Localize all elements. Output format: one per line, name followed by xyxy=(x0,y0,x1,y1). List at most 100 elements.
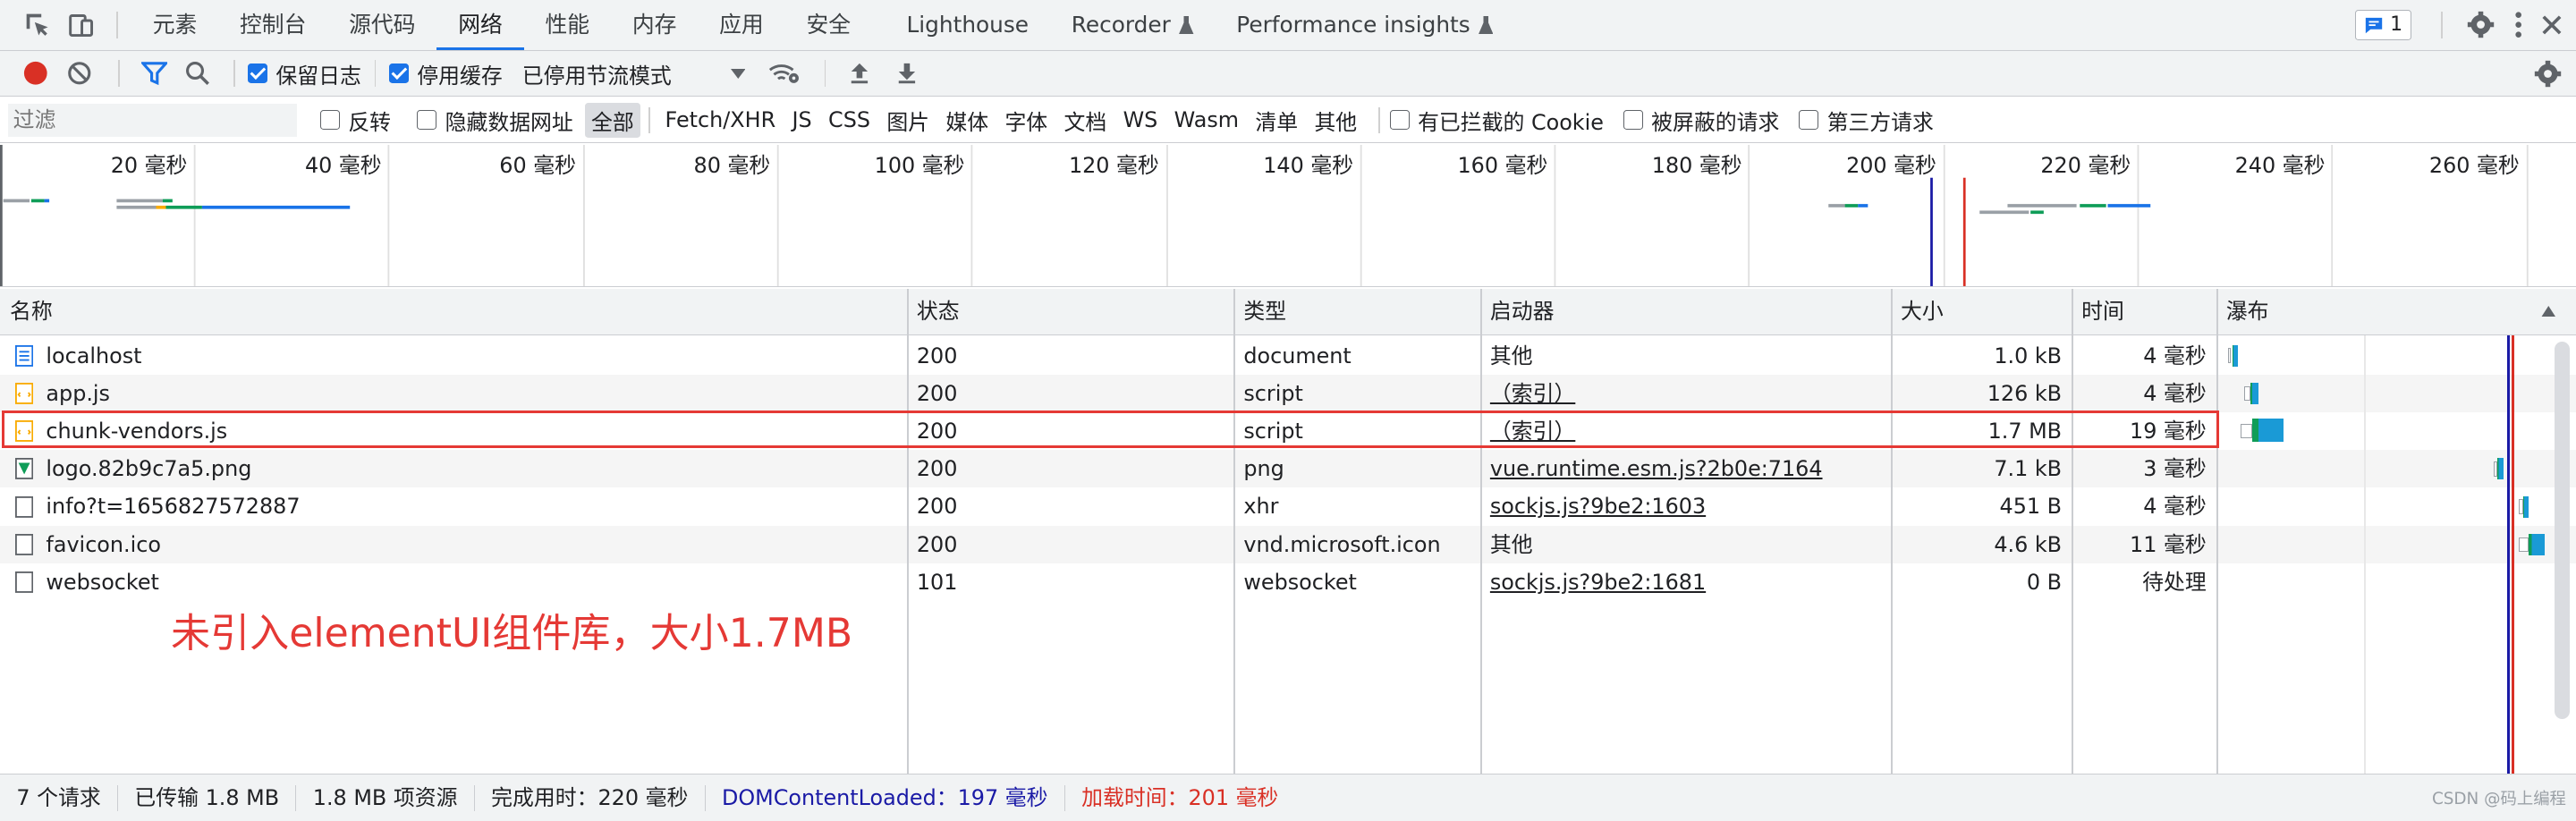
cell-initiator-text[interactable]: sockjs.js?9be2:1681 xyxy=(1490,570,1706,595)
blocked-cookies-checkbox[interactable]: 有已拦截的 Cookie xyxy=(1389,105,1604,136)
network-conditions-icon[interactable] xyxy=(745,62,810,85)
tab-2[interactable]: 源代码 xyxy=(327,0,436,50)
blocked-requests-check[interactable] xyxy=(1623,110,1643,131)
cell-name-text: websocket xyxy=(46,569,159,595)
type-filter-4[interactable]: 图片 xyxy=(880,103,936,138)
preserve-log-checkbox[interactable]: 保留日志 xyxy=(248,58,361,89)
tab-9[interactable]: Recorder xyxy=(1050,0,1216,50)
column-header-time[interactable]: 时间 xyxy=(2072,289,2124,334)
table-row[interactable]: localhost 200 document 其他 1.0 kB 4 毫秒 xyxy=(0,337,2576,375)
filter-input[interactable] xyxy=(8,104,298,137)
type-filter-9[interactable]: Wasm xyxy=(1167,106,1245,135)
cell-initiator[interactable]: sockjs.js?9be2:1603 xyxy=(1480,487,1891,525)
cell-size: 0 B xyxy=(1891,563,2072,601)
overview-tick-label: 140 毫秒 xyxy=(1263,153,1353,178)
divider xyxy=(2441,12,2444,38)
column-header-name[interactable]: 名称 xyxy=(0,289,53,334)
column-divider[interactable] xyxy=(1479,289,1482,774)
disable-cache-check[interactable] xyxy=(389,63,410,84)
type-filter-6[interactable]: 字体 xyxy=(998,103,1054,138)
table-row[interactable]: info?t=1656827572887 200 xhr sockjs.js?9be2… xyxy=(0,487,2576,525)
clear-icon[interactable] xyxy=(55,61,106,86)
highlight-box xyxy=(1,410,2220,449)
cell-initiator-text[interactable]: sockjs.js?9be2:1603 xyxy=(1490,494,1706,519)
hide-data-urls-checkbox[interactable]: 隐藏数据网址 xyxy=(417,105,573,136)
load-marker xyxy=(1962,177,1966,286)
third-party-check[interactable] xyxy=(1799,110,1819,131)
kebab-menu-icon[interactable] xyxy=(2505,12,2531,38)
gear-icon[interactable] xyxy=(2456,10,2505,39)
column-header-status[interactable]: 状态 xyxy=(907,289,960,334)
issues-badge[interactable]: 1 xyxy=(2354,10,2412,40)
cell-initiator-text: 其他 xyxy=(1489,343,1533,368)
cell-initiator[interactable]: vue.runtime.esm.js?2b0e:7164 xyxy=(1480,450,1891,487)
column-divider[interactable] xyxy=(2216,289,2218,774)
export-har-icon[interactable] xyxy=(880,62,935,85)
cell-initiator[interactable]: （索引） xyxy=(1480,375,1891,412)
cell-size: 451 B xyxy=(1891,487,2072,525)
type-filter-2[interactable]: JS xyxy=(785,106,818,135)
cell-initiator[interactable]: sockjs.js?9be2:1681 xyxy=(1480,563,1891,601)
search-icon[interactable] xyxy=(175,61,220,86)
throttling-select[interactable]: 已停用节流模式 xyxy=(522,58,746,89)
type-filter-3[interactable]: CSS xyxy=(822,106,877,135)
column-divider[interactable] xyxy=(2072,289,2073,774)
cell-initiator-text[interactable]: vue.runtime.esm.js?2b0e:7164 xyxy=(1490,456,1823,481)
disable-cache-checkbox[interactable]: 停用缓存 xyxy=(389,58,503,89)
tab-8[interactable]: Lighthouse xyxy=(886,0,1050,50)
cell-size: 4.6 kB xyxy=(1891,526,2072,563)
third-party-checkbox[interactable]: 第三方请求 xyxy=(1799,105,1934,136)
type-filter-8[interactable]: WS xyxy=(1116,106,1164,135)
blocked-cookies-check[interactable] xyxy=(1389,110,1410,131)
tab-7[interactable]: 安全 xyxy=(785,0,872,50)
flask-icon xyxy=(1478,15,1494,35)
vertical-scrollbar[interactable] xyxy=(2555,342,2570,720)
preserve-log-check[interactable] xyxy=(248,63,268,84)
tab-label: Recorder xyxy=(1071,11,1171,38)
tab-4[interactable]: 性能 xyxy=(524,0,611,50)
type-filter-0[interactable]: 全部 xyxy=(584,103,641,138)
type-filter-1[interactable]: Fetch/XHR xyxy=(658,106,782,135)
invert-check[interactable] xyxy=(320,110,341,131)
cell-initiator-text[interactable]: （索引） xyxy=(1490,381,1575,406)
close-icon[interactable] xyxy=(2531,14,2576,36)
tab-label: Performance insights xyxy=(1236,11,1470,38)
sort-ascending-icon[interactable] xyxy=(2541,305,2556,317)
table-row[interactable]: logo.82b9c7a5.png 200 png vue.runtime.esm.j… xyxy=(0,450,2576,488)
column-divider[interactable] xyxy=(1233,289,1236,774)
tab-0[interactable]: 元素 xyxy=(131,0,218,50)
column-divider[interactable] xyxy=(906,289,909,774)
cell-type-text: png xyxy=(1243,456,1284,482)
column-header-size[interactable]: 大小 xyxy=(1891,289,1944,334)
type-filter-7[interactable]: 文档 xyxy=(1057,103,1113,138)
record-icon[interactable] xyxy=(16,61,54,86)
tab-3[interactable]: 网络 xyxy=(436,0,524,51)
type-filter-10[interactable]: 清单 xyxy=(1249,103,1304,138)
filter-icon[interactable] xyxy=(133,61,176,86)
table-row[interactable]: websocket 101 websocket sockjs.js?9be2:1681… xyxy=(0,563,2576,601)
column-header-waterfall[interactable]: 瀑布 xyxy=(2216,289,2269,334)
timeline-overview[interactable]: 20 毫秒 40 毫秒 60 毫秒 80 毫秒 100 毫秒 120 毫秒 140 毫秒 16… xyxy=(0,144,2576,287)
tab-1[interactable]: 控制台 xyxy=(218,0,327,50)
hide-data-urls-check[interactable] xyxy=(417,110,437,131)
network-settings-gear-icon[interactable] xyxy=(2521,59,2576,89)
status-dcl: DOMContentLoaded：197 毫秒 xyxy=(706,784,1065,811)
invert-checkbox[interactable]: 反转 xyxy=(320,105,391,136)
type-filter-5[interactable]: 媒体 xyxy=(939,103,995,138)
overview-tick-label: 220 毫秒 xyxy=(2040,153,2131,178)
table-row[interactable]: favicon.ico 200 vnd.microsoft.icon 其他 4.6 kB… xyxy=(0,525,2576,563)
column-header-type[interactable]: 类型 xyxy=(1233,289,1286,334)
device-toolbar-icon[interactable] xyxy=(59,11,104,38)
column-divider[interactable] xyxy=(1891,289,1893,774)
cell-initiator: 其他 xyxy=(1480,337,1891,375)
blocked-requests-checkbox[interactable]: 被屏蔽的请求 xyxy=(1623,105,1779,136)
type-filter-11[interactable]: 其他 xyxy=(1308,103,1363,138)
column-header-initiator[interactable]: 启动器 xyxy=(1480,289,1555,334)
table-row[interactable]: app.js 200 script （索引） 126 kB 4 毫秒 xyxy=(0,374,2576,412)
tab-6[interactable]: 应用 xyxy=(698,0,784,50)
cell-type: vnd.microsoft.icon xyxy=(1233,526,1480,563)
inspect-element-icon[interactable] xyxy=(15,11,60,38)
tab-10[interactable]: Performance insights xyxy=(1215,0,1514,50)
import-har-icon[interactable] xyxy=(839,62,880,85)
tab-5[interactable]: 内存 xyxy=(611,0,698,50)
